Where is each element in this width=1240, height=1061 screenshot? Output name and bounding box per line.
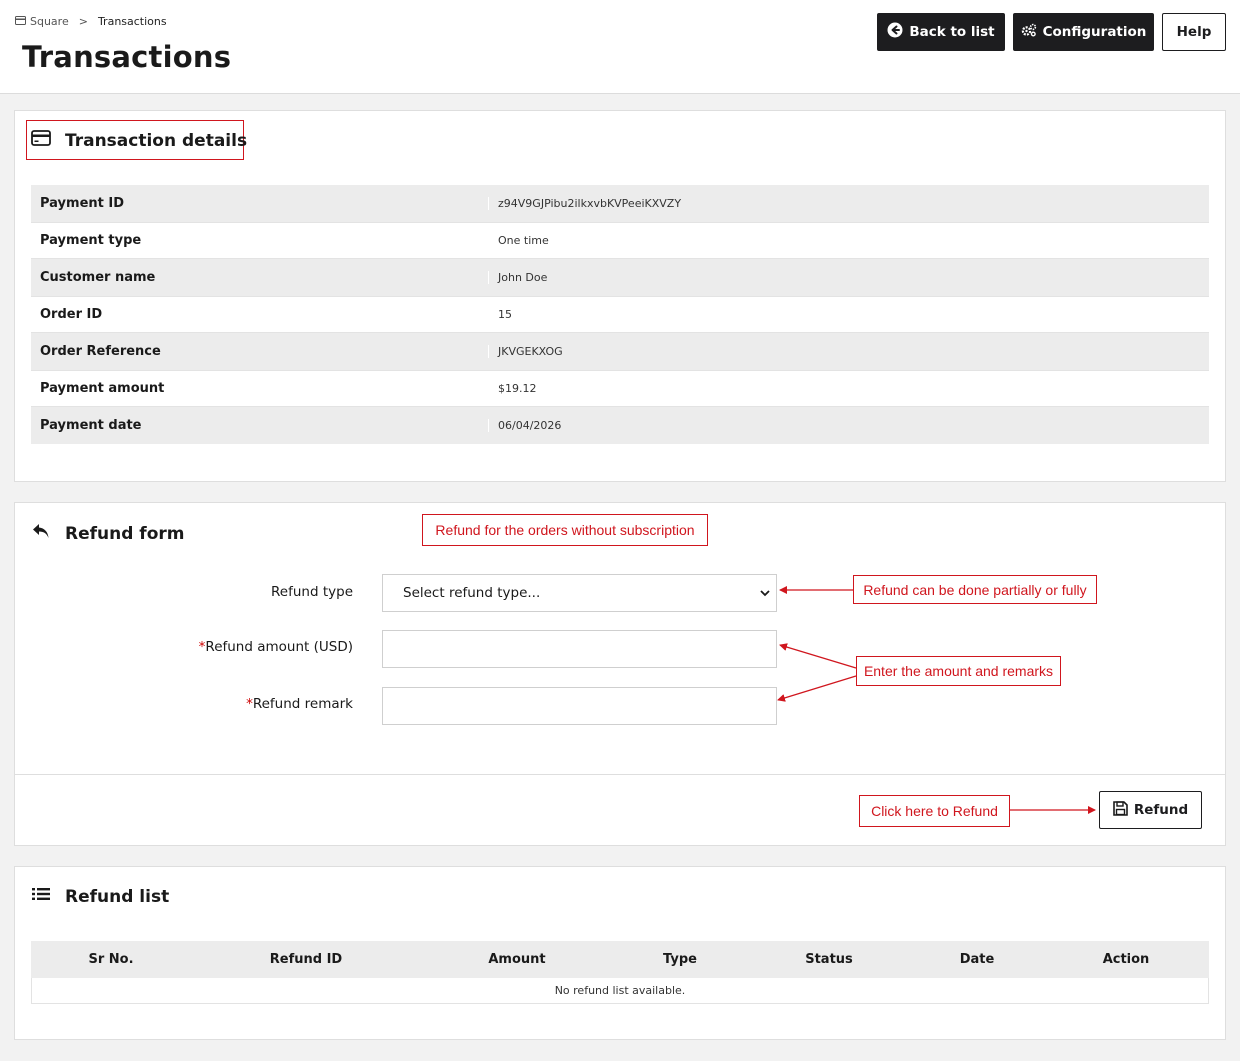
annotation-arrows xyxy=(777,586,1096,814)
arrow-to-refund-amount xyxy=(779,643,857,669)
arrow-to-refund-remark xyxy=(777,675,857,702)
